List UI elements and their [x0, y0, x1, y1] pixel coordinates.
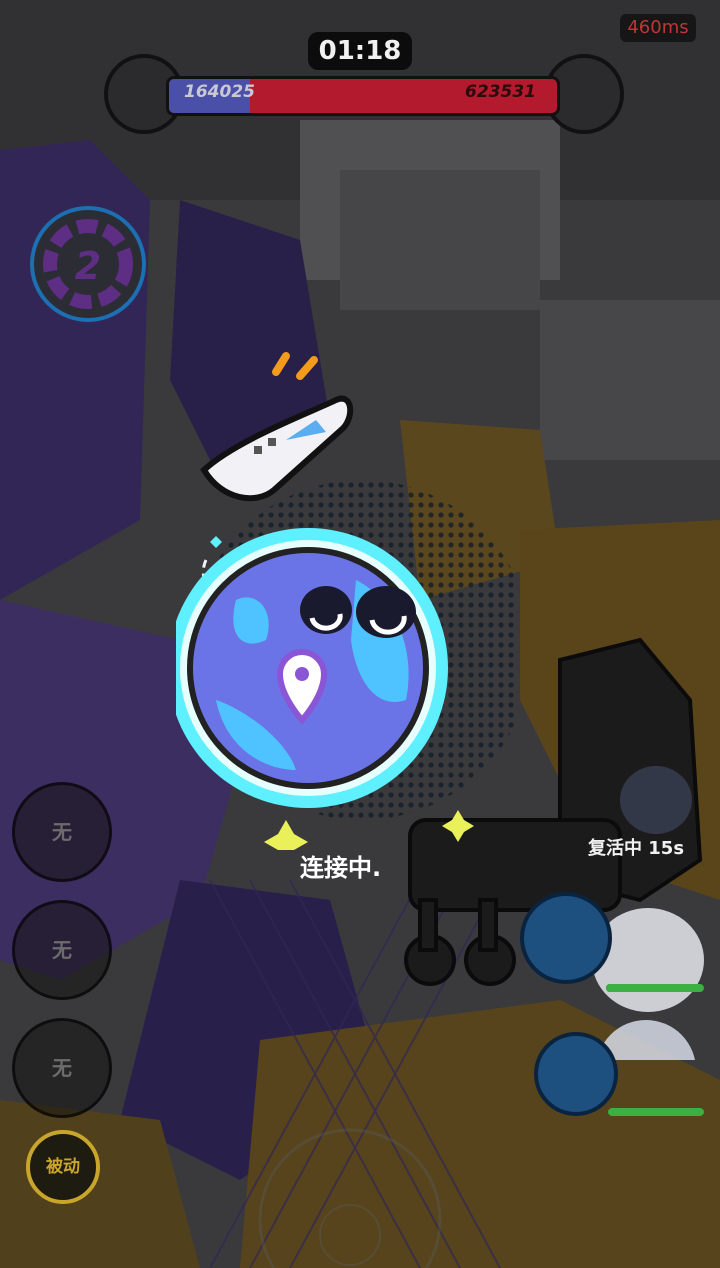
red-score: 623531	[465, 82, 536, 102]
wave-number: 2	[74, 244, 102, 288]
top-hud: 164025 623531 01:18 460ms	[0, 0, 720, 150]
ping-indicator: 460ms	[620, 14, 696, 42]
connecting-animation	[176, 352, 516, 850]
passive-skill-button[interactable]: 被动	[26, 1130, 100, 1204]
skill-slot-1-button[interactable]: 无	[12, 782, 112, 882]
teammate-2-hp-bar	[608, 1108, 704, 1116]
skill-slot-3-button[interactable]: 无	[12, 1018, 112, 1118]
match-timer: 01:18	[308, 32, 412, 70]
airplane-icon	[200, 352, 354, 502]
globe-icon	[176, 528, 448, 808]
connecting-label: 连接中.	[300, 854, 382, 882]
teammate-1-hp-bar	[606, 984, 704, 992]
teammate-1-avatar[interactable]	[520, 892, 612, 984]
skill-slot-2-button[interactable]: 无	[12, 900, 112, 1000]
blue-score: 164025	[184, 82, 255, 102]
teammate-2-avatar[interactable]	[534, 1032, 618, 1116]
